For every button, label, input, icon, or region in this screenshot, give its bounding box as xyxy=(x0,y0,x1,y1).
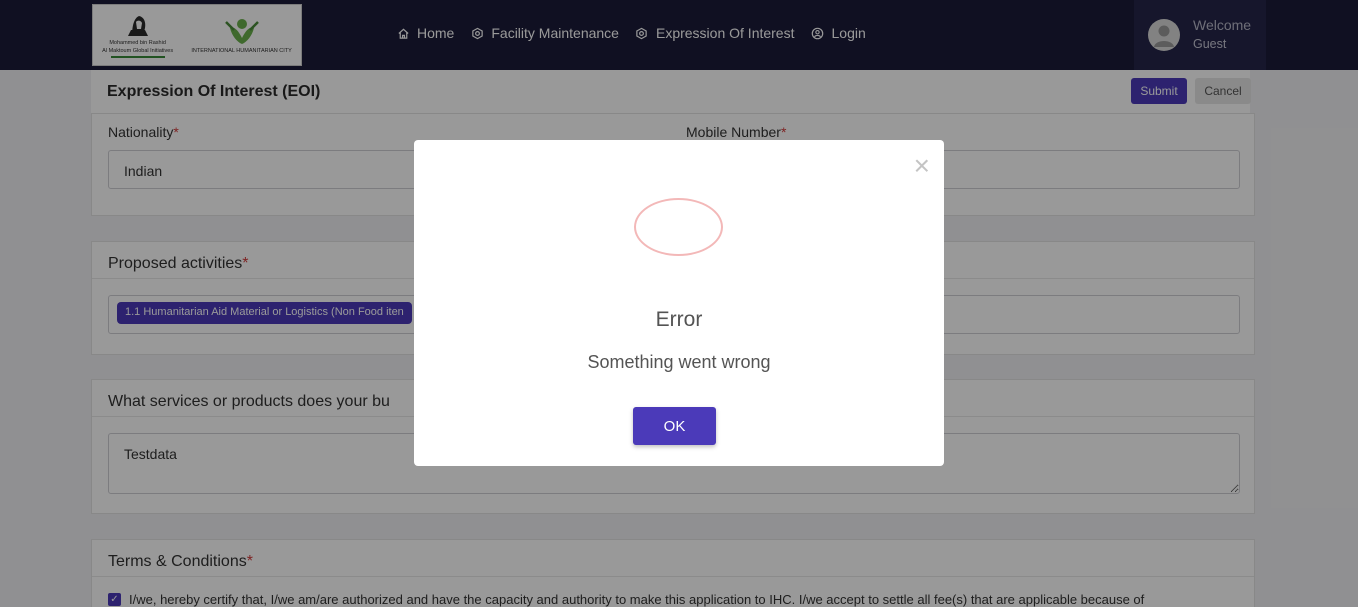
dialog-message: Something went wrong xyxy=(587,352,771,372)
error-icon xyxy=(634,198,723,256)
close-icon[interactable]: × xyxy=(914,152,930,180)
ok-button[interactable]: OK xyxy=(633,407,716,445)
dialog-title: Error xyxy=(655,308,703,331)
error-dialog: × Error Something went wrong OK xyxy=(414,140,944,466)
